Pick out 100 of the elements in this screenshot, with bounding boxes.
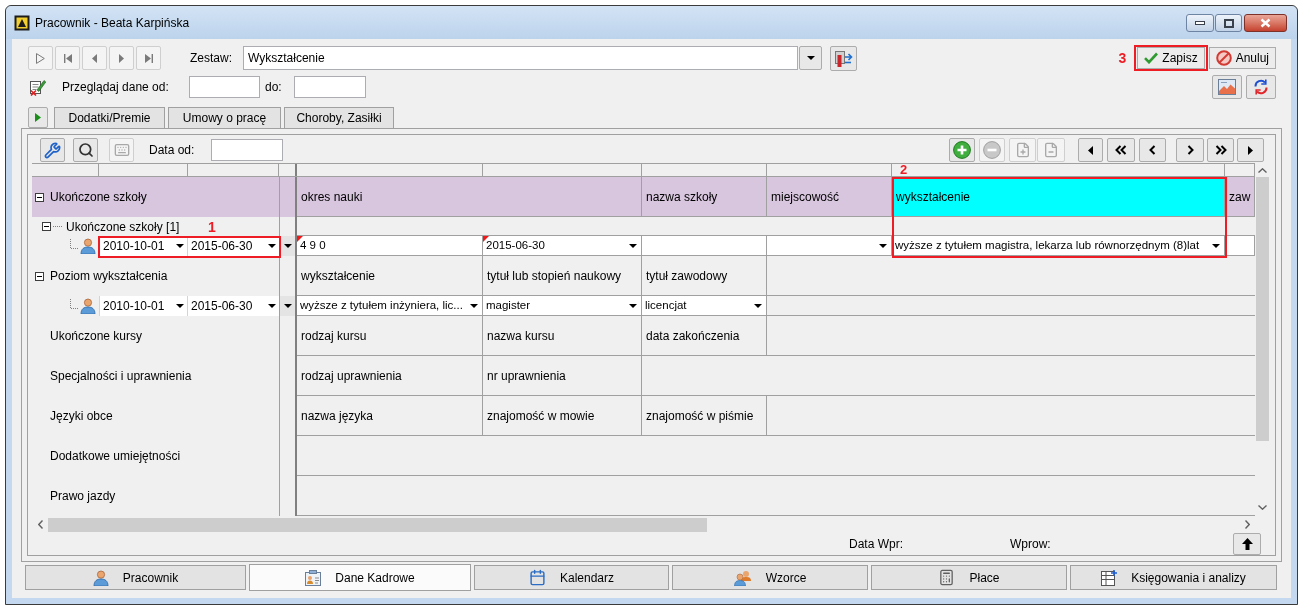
search-button[interactable]	[73, 138, 98, 162]
module-tab[interactable]: Pracownik	[25, 565, 246, 590]
play-icon	[36, 52, 45, 64]
person-icon	[80, 298, 96, 314]
text-field[interactable]	[1225, 236, 1255, 256]
section-title: Specjalności i uprawnienia	[50, 368, 192, 385]
dropdown-arrow-icon	[176, 244, 184, 248]
date-field[interactable]: 2015-06-30	[188, 296, 279, 316]
maximize-button[interactable]	[1215, 14, 1242, 32]
date-field[interactable]: 2010-10-01	[99, 296, 188, 316]
row-dropdown-button[interactable]	[279, 296, 297, 316]
chevron-up-icon[interactable]	[1258, 167, 1267, 173]
column-header[interactable]: wykształcenie	[892, 177, 1225, 217]
collapse-icon[interactable]	[35, 271, 44, 281]
edit-document-icon[interactable]	[30, 78, 46, 96]
expand-button[interactable]	[28, 107, 48, 128]
triangle-left-icon	[92, 53, 97, 63]
triangle-left-icon[interactable]	[1088, 145, 1093, 155]
dropdown-arrow-icon	[176, 304, 184, 308]
annotation-number: 1	[208, 219, 216, 234]
text-field[interactable]: 4 9 0	[297, 236, 483, 256]
contact-card-icon	[305, 569, 322, 586]
previous-page-button[interactable]	[1107, 138, 1135, 162]
dropdown-field[interactable]: wyższe z tytułem magistra, lekarza lub równorzędnym (8)lat	[892, 236, 1225, 256]
document-arrow-icon	[834, 49, 853, 67]
entry-date-label: Data Wpr:	[849, 535, 904, 553]
add-button[interactable]	[949, 138, 975, 162]
date-from-field[interactable]	[189, 76, 260, 98]
browse-label: Przeglądaj dane od:	[62, 79, 170, 96]
refresh-button[interactable]	[1246, 75, 1276, 99]
module-tab[interactable]: Wzorce	[672, 565, 868, 590]
chevron-right-icon[interactable]	[1186, 145, 1194, 155]
set-field[interactable]: Wykształcenie	[243, 46, 798, 70]
cancel-button[interactable]: Anuluj	[1208, 47, 1276, 69]
scroll-top-button[interactable]	[1233, 532, 1261, 555]
date-label: Data od:	[149, 142, 196, 159]
document-add-icon	[1014, 142, 1031, 158]
previous-record-button[interactable]	[82, 46, 107, 70]
dropdown-arrow-icon	[629, 303, 637, 308]
wrench-icon	[44, 141, 61, 159]
save-button[interactable]: Zapisz	[1137, 47, 1205, 69]
entered-by-label: Wprow:	[1010, 535, 1052, 553]
tab[interactable]: Choroby, Zasiłki	[284, 107, 394, 128]
minimize-button[interactable]	[1186, 14, 1214, 32]
dropdown-field[interactable]: magister	[483, 296, 642, 316]
person-icon	[92, 569, 109, 586]
text-field[interactable]	[642, 236, 767, 256]
dropdown-arrow-icon	[806, 56, 815, 60]
last-button[interactable]	[1237, 138, 1264, 162]
dropdown-arrow-icon	[470, 303, 478, 308]
date-to-label: do:	[265, 79, 283, 96]
cancel-icon	[1215, 50, 1232, 66]
dropdown-button[interactable]	[799, 46, 822, 70]
chevrons-right-icon[interactable]	[1214, 145, 1227, 155]
triangle-right-icon[interactable]	[1248, 145, 1253, 155]
new-record-button[interactable]	[28, 46, 53, 70]
transfer-button[interactable]	[830, 45, 857, 71]
next-button[interactable]	[1176, 138, 1204, 162]
close-button[interactable]	[1244, 14, 1287, 32]
section-title: Poziom wykształcenia	[50, 268, 168, 285]
chevrons-left-icon[interactable]	[1115, 145, 1127, 155]
module-tab[interactable]: Księgowania i analizy	[1070, 565, 1277, 590]
last-record-button[interactable]	[136, 46, 161, 70]
scrollbar-thumb[interactable]	[1256, 177, 1269, 441]
picture-icon	[1218, 79, 1236, 95]
minimize-icon	[1195, 21, 1205, 25]
date-field[interactable]	[211, 139, 283, 161]
tab[interactable]: Dodatki/Premie	[54, 107, 165, 128]
chart-button[interactable]	[1212, 75, 1242, 99]
next-record-button[interactable]	[109, 46, 134, 70]
previous-button[interactable]	[1139, 138, 1166, 162]
module-tab[interactable]: Dane Kadrowe	[249, 564, 471, 591]
chevron-down-icon[interactable]	[1258, 504, 1267, 510]
first-button[interactable]	[1078, 138, 1103, 162]
person-icon	[80, 238, 96, 254]
tree-line	[70, 299, 79, 309]
module-tab[interactable]: Kalendarz	[474, 565, 669, 590]
skip-to-start-icon	[63, 53, 72, 63]
chevron-left-icon[interactable]	[1149, 145, 1156, 155]
collapse-icon[interactable]	[35, 192, 44, 202]
calendar-icon	[528, 569, 546, 586]
tab[interactable]: Umowy o pracę	[168, 107, 281, 128]
date-field[interactable]: 2015-06-30	[188, 236, 279, 256]
dropdown-field[interactable]	[767, 236, 892, 256]
date-to-field[interactable]	[294, 76, 366, 98]
dropdown-field[interactable]: 2015-06-30	[483, 236, 642, 256]
keyboard-icon	[113, 142, 130, 158]
module-tab[interactable]: Płace	[871, 565, 1067, 590]
collapse-icon[interactable]	[42, 222, 51, 231]
first-record-button[interactable]	[55, 46, 80, 70]
arrow-up-icon	[1241, 537, 1253, 550]
scrollbar-thumb[interactable]	[48, 517, 707, 532]
dropdown-field[interactable]: licencjat	[642, 296, 767, 316]
skip-to-end-icon	[144, 53, 153, 63]
dropdown-arrow-icon	[754, 303, 762, 308]
section-title: Ukończone kursy	[50, 328, 143, 345]
dropdown-field[interactable]: wyższe z tytułem inżyniera, lic...	[297, 296, 483, 316]
tools-button[interactable]	[40, 138, 65, 162]
annotation-number: 3	[1118, 48, 1127, 68]
next-page-button[interactable]	[1207, 138, 1234, 162]
